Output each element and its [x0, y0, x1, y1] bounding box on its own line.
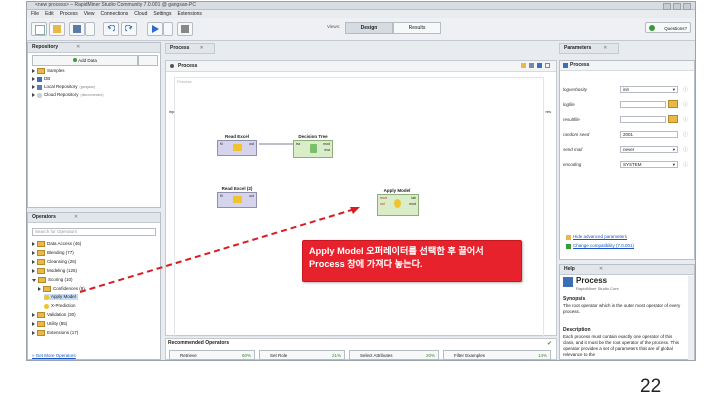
instruction-text: Apply Model 오퍼레이터를 선택한 후 끌어서 Process 창에 … — [309, 246, 484, 269]
drag-arrow — [79, 207, 360, 293]
slide: <new process> – RapidMiner Studio Commun… — [0, 0, 720, 405]
instruction-callout: Apply Model 오퍼레이터를 선택한 후 끌어서 Process 창에 … — [302, 240, 522, 282]
page-number: 22 — [640, 376, 662, 397]
